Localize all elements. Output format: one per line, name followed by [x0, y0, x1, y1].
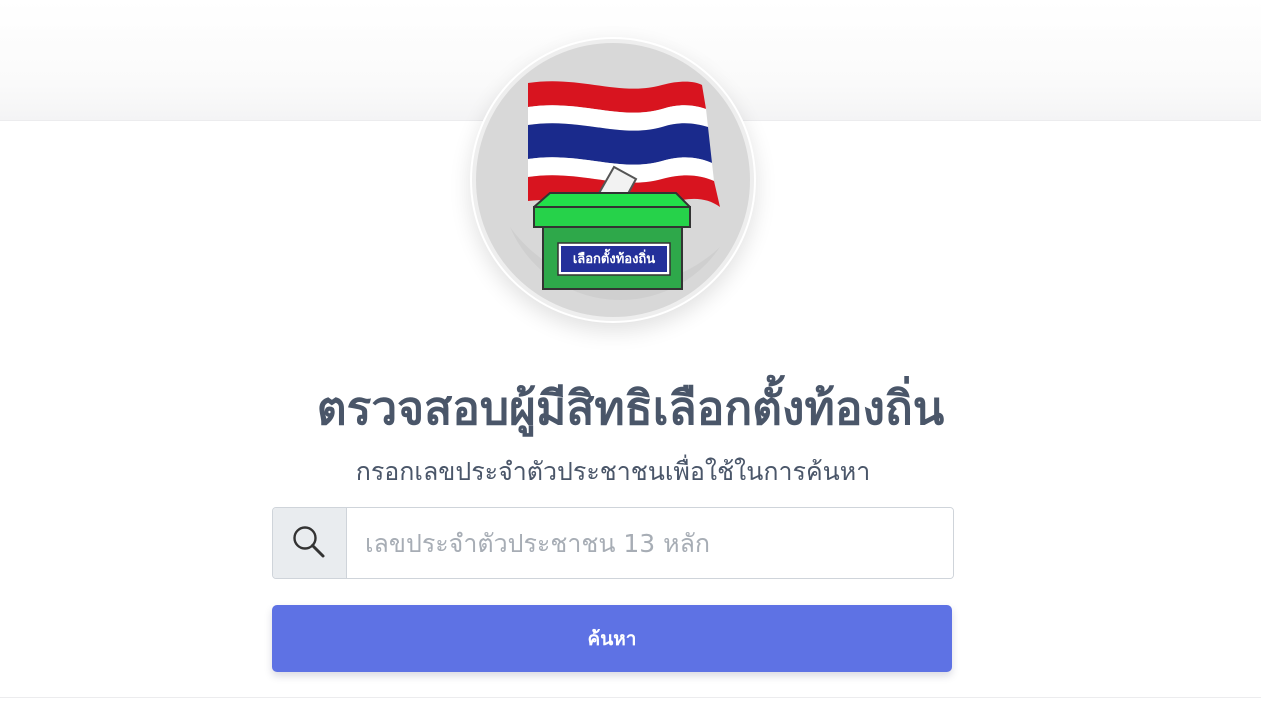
- election-logo: เลือกตั้งท้องถิ่น: [470, 37, 756, 323]
- page-subtitle: กรอกเลขประจำตัวประชาชนเพื่อใช้ในการค้นหา: [355, 457, 871, 486]
- ballot-box-label: เลือกตั้งท้องถิ่น: [572, 252, 656, 267]
- ballot-flag-illustration: [472, 39, 754, 321]
- search-group: [272, 507, 954, 579]
- footer-divider: [0, 697, 1261, 698]
- search-button[interactable]: ค้นหา: [272, 605, 952, 672]
- page-title: ตรวจสอบผู้มีสิทธิเลือกตั้งท้องถิ่น: [316, 381, 945, 435]
- search-addon: [273, 508, 347, 578]
- search-icon: [293, 526, 325, 558]
- citizen-id-input[interactable]: [347, 508, 953, 578]
